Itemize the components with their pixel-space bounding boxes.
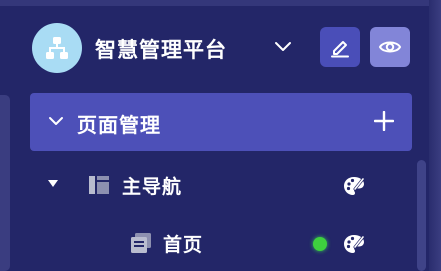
preview-button[interactable] — [370, 27, 410, 67]
page-management-section[interactable]: 页面管理 — [30, 93, 412, 151]
tree-item-label: 首页 — [163, 234, 204, 256]
avatar[interactable] — [32, 23, 82, 73]
style-button[interactable] — [342, 232, 366, 256]
pages-icon — [131, 233, 151, 253]
eye-icon — [378, 41, 402, 53]
edit-button[interactable] — [320, 27, 360, 67]
plus-icon — [374, 111, 394, 131]
tree-scrollbar[interactable] — [417, 160, 426, 271]
add-page-button[interactable] — [371, 108, 397, 134]
palette-icon — [344, 177, 365, 195]
caret-down-icon — [48, 180, 58, 187]
sitemap-icon — [46, 37, 68, 59]
left-scrollbar[interactable] — [0, 95, 10, 271]
chevron-down-icon — [275, 42, 291, 51]
chevron-down-icon — [49, 117, 63, 125]
style-button[interactable] — [342, 174, 366, 198]
top-edge — [0, 0, 441, 6]
tree-item-home[interactable]: 首页 — [30, 218, 412, 268]
app-title: 智慧管理平台 — [95, 38, 227, 62]
palette-icon — [344, 235, 365, 253]
sidebar-layout-icon — [89, 176, 109, 194]
expand-caret[interactable] — [46, 177, 60, 191]
app-switcher-dropdown[interactable] — [270, 34, 296, 60]
section-title: 页面管理 — [77, 113, 161, 137]
sidebar-header: 智慧管理平台 — [0, 12, 441, 82]
tree-item-label: 主导航 — [122, 176, 183, 198]
section-collapse-toggle[interactable] — [46, 111, 66, 131]
tree-item-main-nav[interactable]: 主导航 — [30, 160, 412, 210]
status-indicator — [313, 237, 327, 251]
pencil-icon — [331, 41, 349, 58]
